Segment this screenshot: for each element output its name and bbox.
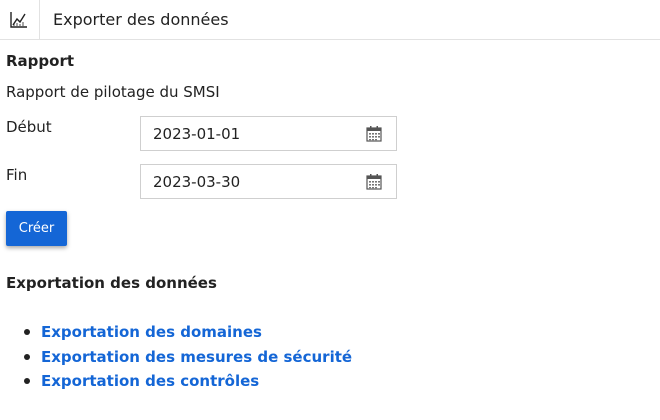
create-button[interactable]: Créer <box>6 211 67 246</box>
end-date-value: 2023-03-30 <box>153 173 241 191</box>
export-security-measures-link[interactable]: Exportation des mesures de sécurité <box>41 348 352 366</box>
export-links-list: Exportation des domaines Exportation des… <box>0 322 352 396</box>
report-heading: Rapport <box>6 52 75 70</box>
list-item: Exportation des domaines <box>0 322 352 347</box>
start-date-label: Début <box>6 118 52 136</box>
calendar-icon[interactable] <box>366 126 382 142</box>
export-domains-link[interactable]: Exportation des domaines <box>41 323 262 341</box>
export-heading: Exportation des données <box>6 274 217 292</box>
report-description: Rapport de pilotage du SMSI <box>6 83 220 101</box>
bullet-icon <box>24 329 30 335</box>
calendar-icon[interactable] <box>366 174 382 190</box>
list-item: Exportation des contrôles <box>0 371 352 396</box>
end-date-input[interactable]: 2023-03-30 <box>140 164 397 199</box>
bullet-icon <box>24 353 30 360</box>
export-controls-link[interactable]: Exportation des contrôles <box>41 372 259 390</box>
top-bar: Exporter des données <box>0 0 660 40</box>
start-date-input[interactable]: 2023-01-01 <box>140 116 397 151</box>
list-item: Exportation des mesures de sécurité <box>0 347 352 372</box>
bullet-icon <box>24 378 30 384</box>
chart-line-icon[interactable] <box>0 0 40 40</box>
end-date-label: Fin <box>6 166 28 184</box>
page-title: Exporter des données <box>53 10 229 29</box>
start-date-value: 2023-01-01 <box>153 125 241 143</box>
